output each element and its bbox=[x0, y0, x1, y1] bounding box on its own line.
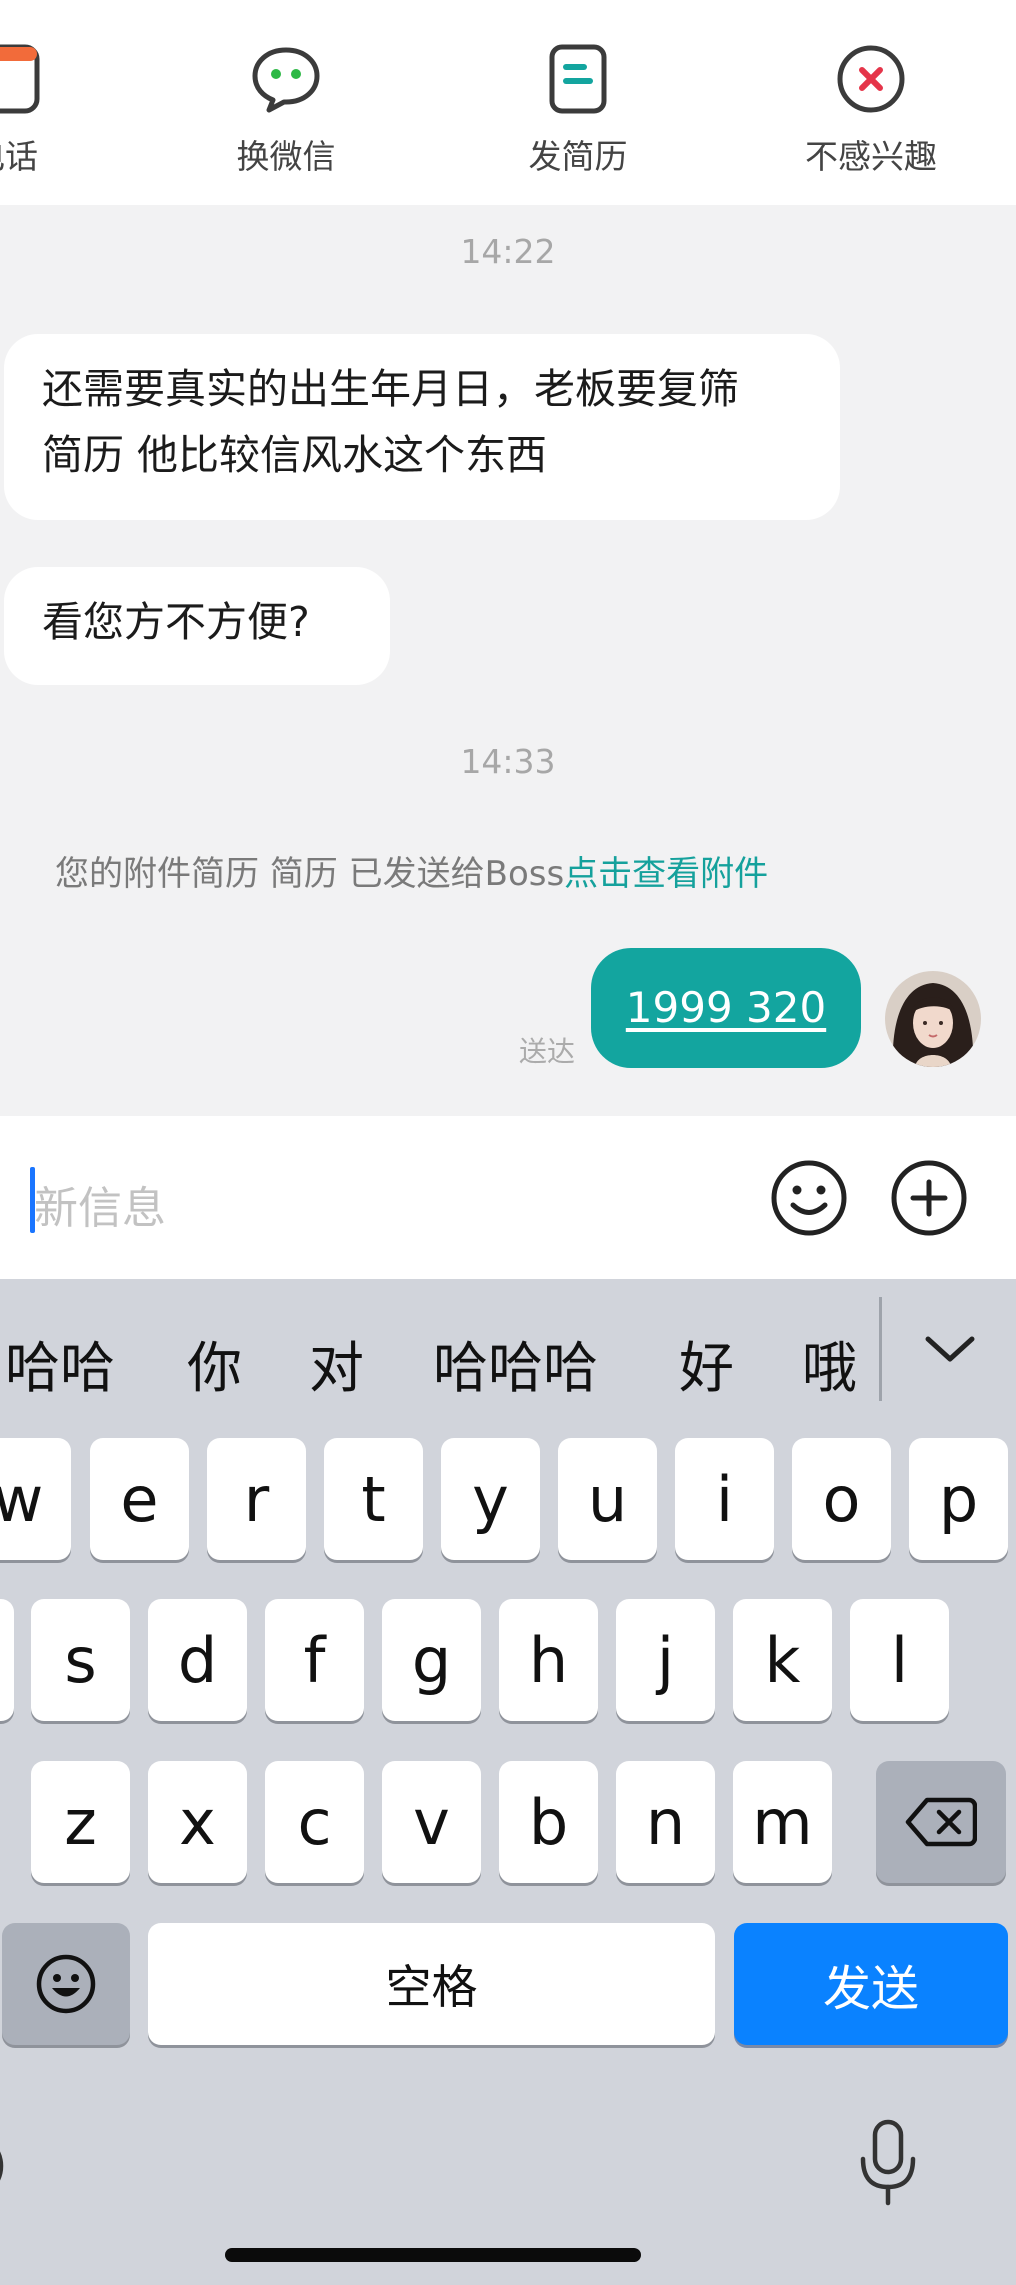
timestamp: 14:22 bbox=[460, 232, 556, 271]
candidate-word[interactable]: 哈哈哈 bbox=[433, 1323, 598, 1403]
timestamp: 14:33 bbox=[460, 742, 556, 781]
outgoing-message[interactable]: 1999 320 bbox=[591, 948, 861, 1068]
key-r[interactable]: r bbox=[207, 1438, 306, 1560]
key-v[interactable]: v bbox=[382, 1761, 481, 1883]
key-t[interactable]: t bbox=[324, 1438, 423, 1560]
call-label: 电话 bbox=[0, 137, 38, 176]
message-input-bar: 新信息 bbox=[0, 1116, 1016, 1279]
key-m[interactable]: m bbox=[733, 1761, 832, 1883]
message-line: 还需要真实的出生年月日，老板要复筛 bbox=[42, 365, 739, 413]
avatar[interactable] bbox=[885, 971, 981, 1067]
call-action[interactable]: 电话 bbox=[0, 44, 105, 178]
exchange-wechat-label: 换微信 bbox=[236, 137, 336, 176]
key-a[interactable] bbox=[0, 1599, 14, 1721]
key-o[interactable]: o bbox=[792, 1438, 891, 1560]
close-circle-icon bbox=[836, 44, 906, 114]
home-indicator bbox=[225, 2248, 641, 2262]
not-interested-label: 不感兴趣 bbox=[805, 137, 937, 176]
key-c[interactable]: c bbox=[265, 1761, 364, 1883]
candidate-word[interactable]: 你 bbox=[187, 1323, 242, 1403]
key-g[interactable]: g bbox=[382, 1599, 481, 1721]
key-n[interactable]: n bbox=[616, 1761, 715, 1883]
key-f[interactable]: f bbox=[265, 1599, 364, 1721]
candidate-word[interactable]: 对 bbox=[309, 1323, 364, 1403]
key-x[interactable]: x bbox=[148, 1761, 247, 1883]
phone-icon bbox=[0, 44, 40, 114]
keyboard: 哈哈 你 对 哈哈哈 好 哦 w e r t y u i o p s d f g… bbox=[0, 1279, 1016, 2285]
key-z[interactable]: z bbox=[31, 1761, 130, 1883]
message-input[interactable]: 新信息 bbox=[34, 1172, 166, 1236]
exchange-wechat-action[interactable]: 换微信 bbox=[186, 44, 386, 178]
delivery-status: 送达 bbox=[519, 1035, 576, 1068]
emoji-icon[interactable] bbox=[769, 1158, 849, 1238]
key-k[interactable]: k bbox=[733, 1599, 832, 1721]
key-w[interactable]: w bbox=[0, 1438, 71, 1560]
globe-icon[interactable] bbox=[0, 2131, 16, 2201]
key-i[interactable]: i bbox=[675, 1438, 774, 1560]
emoji-icon bbox=[36, 1954, 96, 2014]
system-message-text: 您的附件简历 简历 已发送给Boss bbox=[55, 854, 565, 894]
system-message: 您的附件简历 简历 已发送给Boss点击查看附件 bbox=[55, 846, 768, 895]
resume-icon bbox=[543, 44, 613, 114]
key-s[interactable]: s bbox=[31, 1599, 130, 1721]
send-key[interactable]: 发送 bbox=[734, 1923, 1008, 2045]
key-p[interactable]: p bbox=[909, 1438, 1008, 1560]
message-line: 简历 他比较信风水这个东西 bbox=[42, 431, 548, 479]
send-resume-action[interactable]: 发简历 bbox=[478, 44, 678, 178]
message-text: 看您方不方便? bbox=[42, 598, 310, 646]
chat-action-toolbar: 电话 换微信 发简历 不感兴趣 bbox=[0, 0, 1016, 205]
add-icon[interactable] bbox=[889, 1158, 969, 1238]
key-d[interactable]: d bbox=[148, 1599, 247, 1721]
microphone-icon[interactable] bbox=[858, 2119, 918, 2211]
delete-key[interactable] bbox=[876, 1761, 1006, 1883]
incoming-message: 还需要真实的出生年月日，老板要复筛 简历 他比较信风水这个东西 bbox=[4, 334, 840, 520]
key-y[interactable]: y bbox=[441, 1438, 540, 1560]
candidate-word[interactable]: 哈哈 bbox=[5, 1323, 115, 1403]
key-e[interactable]: e bbox=[90, 1438, 189, 1560]
chevron-down-icon[interactable] bbox=[922, 1329, 978, 1369]
candidate-word[interactable]: 好 bbox=[679, 1323, 734, 1403]
chat-bubble-icon bbox=[251, 44, 321, 114]
view-attachment-link[interactable]: 点击查看附件 bbox=[564, 854, 768, 894]
space-key[interactable]: 空格 bbox=[148, 1923, 715, 2045]
candidate-word[interactable]: 哦 bbox=[802, 1323, 857, 1403]
incoming-message: 看您方不方便? bbox=[4, 567, 390, 685]
key-j[interactable]: j bbox=[616, 1599, 715, 1721]
key-h[interactable]: h bbox=[499, 1599, 598, 1721]
key-l[interactable]: l bbox=[850, 1599, 949, 1721]
key-u[interactable]: u bbox=[558, 1438, 657, 1560]
backspace-icon bbox=[905, 1797, 977, 1847]
key-b[interactable]: b bbox=[499, 1761, 598, 1883]
message-text: 1999 320 bbox=[625, 983, 827, 1032]
candidate-divider bbox=[879, 1297, 882, 1401]
emoji-key[interactable] bbox=[2, 1923, 130, 2045]
send-resume-label: 发简历 bbox=[528, 137, 628, 176]
not-interested-action[interactable]: 不感兴趣 bbox=[771, 44, 971, 178]
